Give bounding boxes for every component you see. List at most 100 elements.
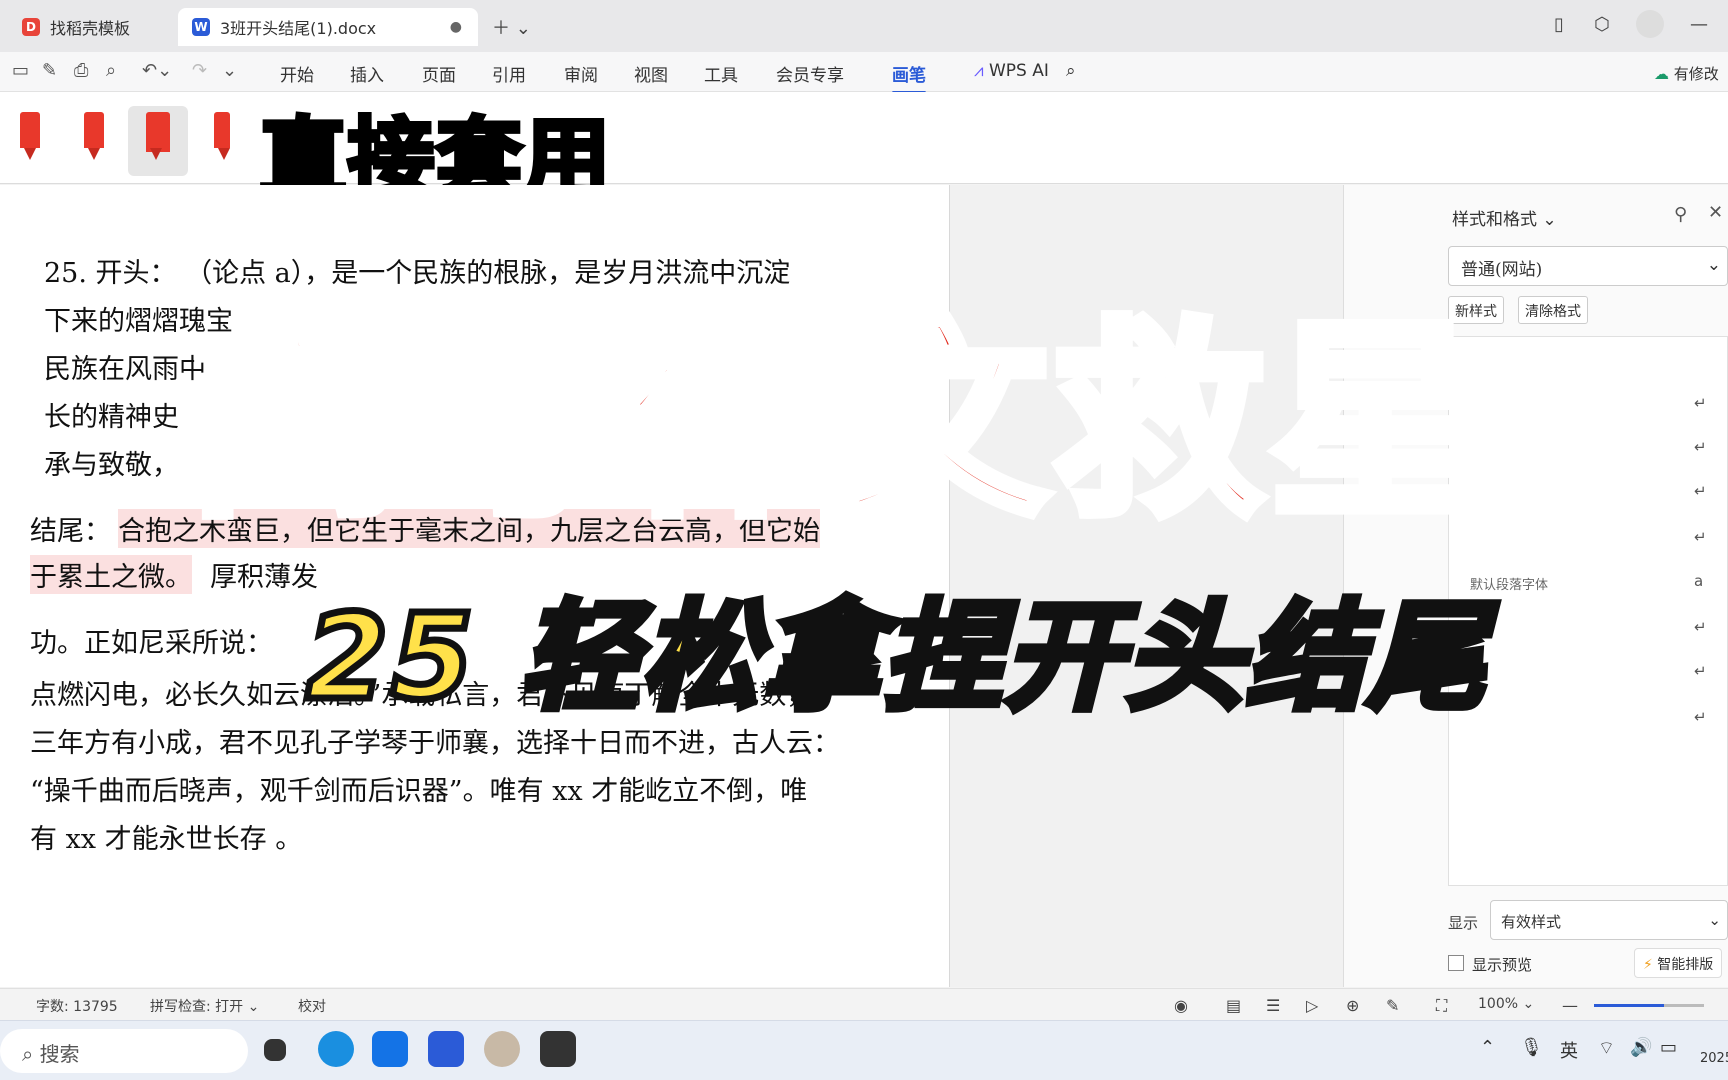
zoom-out-icon[interactable]: — bbox=[1562, 996, 1578, 1015]
new-tab-button[interactable]: ＋ ⌄ bbox=[492, 14, 531, 40]
pen-tool-3[interactable] bbox=[128, 106, 188, 176]
para-opening-line-1: 25. 开头： （论点 a），是一个民族的根脉，是岁月洪流中沉淀 bbox=[44, 258, 791, 289]
status-bar: 字数: 13795 拼写检查: 打开 ⌄ 校对 ◉ ▤ ☰ ▷ ⊕ ✎ ⛶ 10… bbox=[0, 988, 1728, 1020]
lightning-icon: ⚡ bbox=[1643, 957, 1653, 973]
search-icon[interactable]: ⌕ bbox=[1066, 61, 1076, 81]
minimize-icon[interactable]: — bbox=[1690, 14, 1708, 35]
chevron-up-icon[interactable]: ⌃ bbox=[1480, 1037, 1495, 1058]
highlighter-icon bbox=[146, 112, 170, 160]
wps-ai-button[interactable]: ⩘ WPS AI bbox=[974, 61, 1049, 81]
file-explorer-icon[interactable] bbox=[264, 1039, 286, 1061]
print-icon[interactable]: ⎙ bbox=[74, 60, 88, 81]
show-preview-checkbox[interactable] bbox=[1448, 955, 1464, 971]
undo-icon[interactable]: ↶⌄ bbox=[142, 60, 172, 81]
current-style-select[interactable]: 普通(网站) ⌄ bbox=[1448, 246, 1728, 286]
menu-view[interactable]: 视图 bbox=[634, 61, 668, 86]
ending-line-2b: 厚积薄发 bbox=[210, 562, 318, 593]
clock-year[interactable]: 2025 bbox=[1700, 1051, 1728, 1066]
pen-tool-2[interactable] bbox=[64, 106, 124, 176]
battery-icon[interactable]: ▭ bbox=[1660, 1037, 1677, 1058]
paragraph-mark-icon: ↵ bbox=[1694, 708, 1707, 726]
tab-label: 找稻壳模板 bbox=[50, 19, 131, 38]
fit-icon[interactable]: ⛶ bbox=[1436, 996, 1447, 1016]
menu-bar: ▭ ✎ ⎙ ⌕ ↶⌄ ↷ ⌄ 开始 插入 页面 引用 审阅 视图 工具 会员专享… bbox=[0, 52, 1728, 94]
edge-icon[interactable] bbox=[318, 1031, 354, 1067]
print-preview-icon[interactable]: ⌕ bbox=[106, 60, 116, 81]
pen-tool-4[interactable] bbox=[192, 106, 252, 176]
ending-label: 结尾： bbox=[30, 516, 111, 547]
pen-mode-icon[interactable]: ✎ bbox=[1386, 996, 1399, 1015]
wps-taskbar-icon[interactable] bbox=[428, 1031, 464, 1067]
ending-line-7: 有 xx 才能永世长存 。 bbox=[30, 824, 303, 855]
marker-icon bbox=[214, 112, 230, 160]
wps-ai-icon: ⩘ bbox=[974, 61, 984, 81]
para-opening-line-5: 承与致敬， bbox=[44, 450, 179, 481]
menu-pen[interactable]: 画笔 bbox=[892, 61, 926, 94]
marker-icon bbox=[84, 112, 104, 160]
volume-icon[interactable]: 🔊 bbox=[1630, 1037, 1652, 1058]
outline-view-icon[interactable]: ☰ bbox=[1266, 996, 1280, 1015]
zoom-slider[interactable] bbox=[1594, 1004, 1664, 1007]
menu-member[interactable]: 会员专享 bbox=[776, 61, 844, 86]
spell-check-toggle[interactable]: 拼写检查: 打开 ⌄ bbox=[150, 996, 259, 1016]
overlay-subtitle: 25 轻松拿捏开头结尾 bbox=[302, 588, 1489, 726]
pen-tool-1[interactable] bbox=[0, 106, 60, 176]
marker-icon bbox=[20, 112, 40, 160]
tab-document[interactable]: W 3班开头结尾(1).docx ● bbox=[178, 8, 478, 46]
zoom-level[interactable]: 100% ⌄ bbox=[1478, 996, 1534, 1012]
menu-page[interactable]: 页面 bbox=[422, 61, 456, 86]
eye-icon[interactable]: ◉ bbox=[1174, 996, 1188, 1015]
more-chevron-icon[interactable]: ⌄ bbox=[222, 60, 237, 81]
para-opening-line-4: 长的精神史 bbox=[44, 402, 179, 433]
ending-line-5: 三年方有小成，君不见孔子学琴于师襄，选择十日而不进，古人云： bbox=[30, 728, 840, 759]
menu-review[interactable]: 审阅 bbox=[564, 61, 598, 86]
menu-tools[interactable]: 工具 bbox=[704, 61, 738, 86]
web-view-icon[interactable]: ⊕ bbox=[1346, 996, 1359, 1015]
redo-icon[interactable]: ↷ bbox=[192, 60, 207, 81]
save-icon[interactable]: ▭ bbox=[12, 60, 29, 81]
unsaved-dot-icon[interactable]: ● bbox=[450, 19, 462, 35]
paragraph-mark-icon: ↵ bbox=[1694, 438, 1707, 456]
clear-format-button[interactable]: 清除格式 bbox=[1518, 296, 1588, 324]
person-app-icon[interactable] bbox=[484, 1031, 520, 1067]
show-preview-label: 显示预览 bbox=[1472, 956, 1533, 974]
ime-indicator[interactable]: 英 bbox=[1560, 1037, 1578, 1063]
cube-icon[interactable]: ⬡ bbox=[1594, 14, 1610, 35]
layout-icon[interactable]: ▯ bbox=[1554, 14, 1564, 35]
menu-home[interactable]: 开始 bbox=[280, 61, 314, 86]
page-view-icon[interactable]: ▤ bbox=[1226, 996, 1241, 1015]
close-icon[interactable]: ✕ bbox=[1708, 202, 1723, 223]
avatar[interactable] bbox=[1636, 10, 1664, 38]
tab-docer[interactable]: D 找稻壳模板 bbox=[8, 8, 172, 46]
smart-layout-button[interactable]: ⚡ 智能排版 bbox=[1634, 948, 1723, 978]
wifi-icon[interactable]: ⌔ bbox=[1598, 1037, 1615, 1060]
panel-title[interactable]: 样式和格式 ⌄ bbox=[1452, 205, 1557, 230]
menu-references[interactable]: 引用 bbox=[492, 61, 526, 86]
microphone-icon[interactable]: 🎙 bbox=[1520, 1037, 1543, 1058]
overlay-title: 高考作文救星 bbox=[185, 300, 1487, 545]
paragraph-mark-icon: ↵ bbox=[1694, 528, 1707, 546]
format-painter-icon[interactable]: ✎ bbox=[42, 60, 57, 81]
proof-button[interactable]: 校对 bbox=[298, 996, 326, 1016]
chevron-down-icon: ⌄ bbox=[1706, 255, 1721, 275]
show-filter-select[interactable]: 有效样式 ⌄ bbox=[1490, 900, 1728, 940]
pin-icon[interactable]: ⚲ bbox=[1674, 204, 1687, 225]
cloud-icon: ☁ bbox=[1654, 65, 1669, 83]
revise-button[interactable]: ☁ 有修改 bbox=[1654, 63, 1719, 84]
paragraph-mark-icon: ↵ bbox=[1694, 482, 1707, 500]
capture-app-icon[interactable] bbox=[540, 1031, 576, 1067]
tab-bar: D 找稻壳模板 W 3班开头结尾(1).docx ● ＋ ⌄ ▯ ⬡ — bbox=[0, 0, 1728, 52]
paragraph-mark-icon: ↵ bbox=[1694, 618, 1707, 636]
app-icon[interactable] bbox=[372, 1031, 408, 1067]
style-list[interactable] bbox=[1448, 336, 1728, 886]
menu-insert[interactable]: 插入 bbox=[350, 61, 384, 86]
docer-icon: D bbox=[22, 18, 40, 36]
word-count[interactable]: 字数: 13795 bbox=[36, 996, 118, 1016]
taskbar-search[interactable]: ⌕ 搜索 bbox=[0, 1029, 248, 1073]
ending-line-6: “操千曲而后晓声，观千剑而后识器”。唯有 xx 才能屹立不倒，唯 bbox=[30, 776, 808, 807]
search-icon: ⌕ bbox=[22, 1042, 34, 1066]
paragraph-mark-icon: ↵ bbox=[1694, 662, 1707, 680]
zoom-slider-rest[interactable] bbox=[1664, 1004, 1704, 1007]
show-label: 显示 bbox=[1448, 914, 1479, 932]
play-icon[interactable]: ▷ bbox=[1306, 996, 1318, 1015]
